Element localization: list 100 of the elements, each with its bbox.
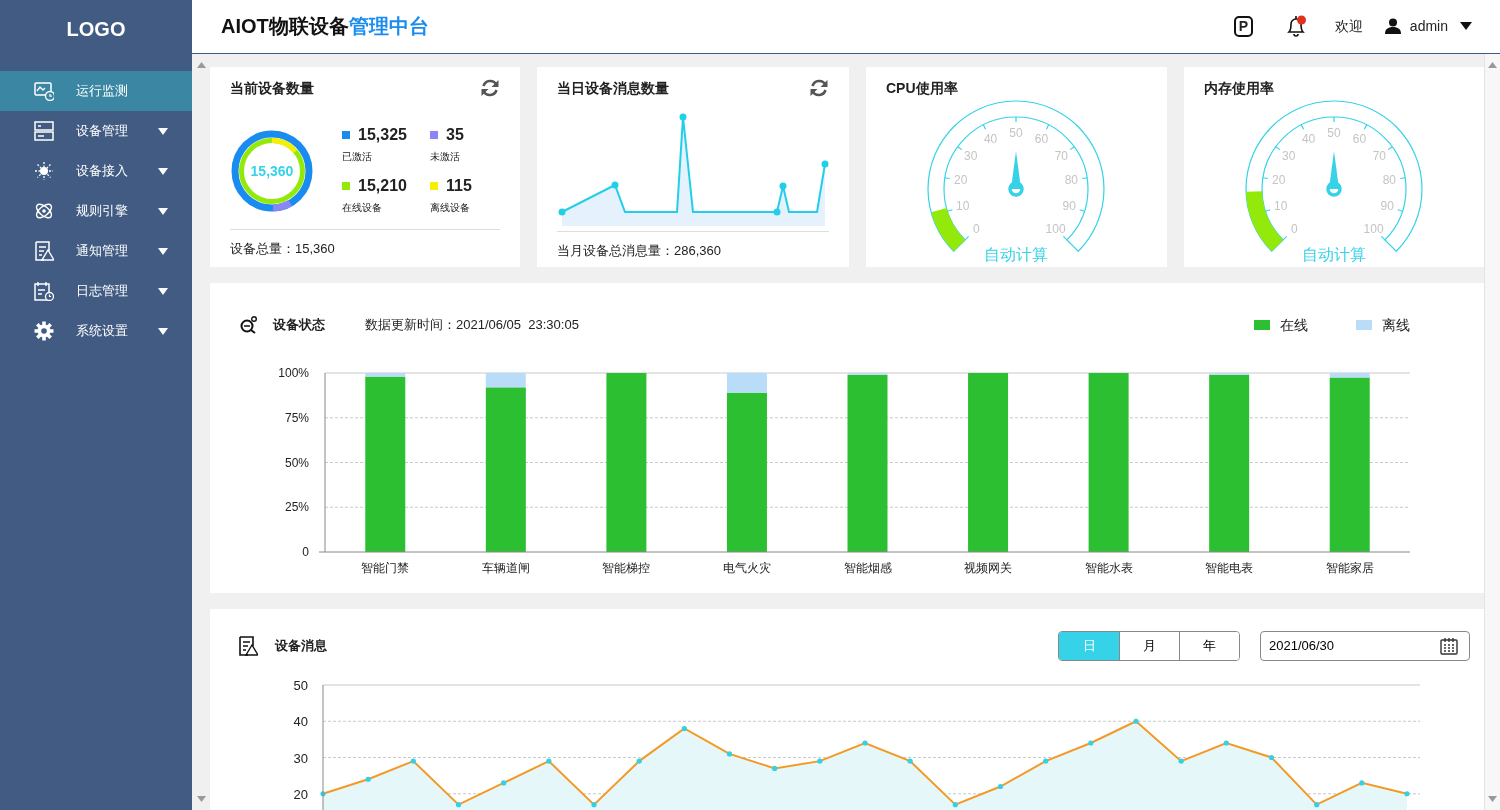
gauge-scale-label: 90 (1062, 198, 1077, 213)
legend-label: 离线 (1382, 315, 1410, 335)
gauge-scale-label: 20 (1271, 172, 1286, 187)
data-point (997, 783, 1004, 789)
app-title: AIOT物联设备管理中台 (221, 14, 429, 39)
refresh-icon[interactable] (809, 77, 829, 98)
data-point (1314, 801, 1320, 807)
logo: LOGO (65, 17, 127, 42)
gauge-scale-label: 50 (1009, 125, 1023, 140)
axis-tick-label: 75% (284, 410, 309, 425)
card-title: CPU使用率 (886, 78, 958, 98)
calendar-icon[interactable] (1440, 636, 1458, 655)
gauge-scale-label: 100 (1045, 221, 1066, 236)
legend-label: 在线 (1280, 315, 1308, 335)
card-title: 内存使用率 (1203, 78, 1274, 98)
data-point (636, 758, 642, 764)
data-point (611, 181, 619, 189)
document-warning-icon (34, 241, 54, 261)
category-label: 智能梯控 (602, 560, 651, 575)
data-point (952, 801, 958, 807)
data-point (681, 725, 687, 731)
welcome-text: 欢迎 (1334, 16, 1363, 36)
axis-tick-label: 0 (302, 544, 309, 559)
gauge-caption: 自动计算 (1301, 245, 1366, 263)
monitor-clock-icon (34, 81, 54, 101)
data-point (907, 758, 913, 764)
category-label: 智能水表 (1084, 560, 1133, 575)
stat-value: 15,325 (358, 126, 407, 143)
data-point (455, 801, 462, 807)
p-button[interactable]: P (1233, 15, 1253, 37)
gauge-scale-label: 70 (1372, 148, 1386, 163)
data-point (1223, 740, 1229, 746)
data-point (779, 182, 787, 190)
data-point (862, 740, 868, 746)
sidebar-item[interactable]: 规则引擎 (0, 191, 192, 231)
data-point (817, 758, 823, 764)
caret-icon (158, 167, 168, 175)
sidebar-item[interactable]: 通知管理 (0, 231, 192, 271)
axis-tick-label: 100% (278, 365, 309, 380)
scroll-down-icon[interactable] (196, 796, 206, 802)
stat-value: 15,210 (358, 177, 407, 194)
data-point (1043, 758, 1049, 764)
caret-icon (158, 127, 168, 135)
refresh-icon[interactable] (480, 77, 500, 98)
sidebar-item[interactable]: 设备接入 (0, 151, 192, 191)
category-label: 视频网关 (964, 560, 1013, 575)
stat-label: 离线设备 (430, 200, 471, 215)
server-icon (34, 121, 54, 141)
data-point (773, 208, 781, 216)
update-time-text: 数据更新时间：2021/06/05 23:30:05 (365, 316, 579, 335)
scroll-down-icon[interactable] (1488, 796, 1497, 802)
card-footer-text: 设备总量：15,360 (230, 229, 500, 259)
data-point (591, 801, 597, 807)
category-label: 车辆道闸 (481, 560, 530, 575)
atom-icon (34, 201, 54, 221)
data-point (772, 765, 778, 771)
user-menu[interactable]: admin (1384, 15, 1472, 37)
category-label: 智能电表 (1205, 560, 1254, 575)
sidebar-item[interactable]: 运行监测 (0, 71, 192, 111)
gauge-scale-label: 80 (1064, 172, 1079, 187)
section-title: 设备消息 (275, 636, 327, 655)
gauge-scale-label: 40 (984, 131, 998, 146)
sidebar-item[interactable]: 日志管理 (0, 271, 192, 311)
range-tab[interactable]: 年 (1179, 631, 1239, 660)
caret-icon (158, 207, 168, 215)
gauge-scale-label: 0 (1290, 221, 1298, 236)
gauge-scale-label: 30 (964, 148, 978, 163)
scroll-up-icon[interactable] (196, 61, 206, 68)
sidebar-item[interactable]: 系统设置 (0, 311, 192, 351)
category-label: 智能家居 (1325, 560, 1374, 575)
sidebar-item[interactable]: 设备管理 (0, 111, 192, 151)
date-field[interactable]: 2021/06/30 (1260, 630, 1470, 661)
axis-tick-label: 20 (293, 786, 308, 802)
card-title: 当日设备消息数量 (557, 78, 669, 98)
data-point (558, 208, 566, 216)
axis-tick-label: 25% (284, 499, 309, 514)
stat-label: 已激活 (342, 149, 373, 164)
stat-value: 115 (446, 177, 472, 194)
gauge-scale-label: 70 (1054, 148, 1069, 163)
data-point (320, 790, 326, 796)
category-label: 电气火灾 (722, 560, 771, 575)
gauge-scale-label: 30 (1281, 148, 1296, 163)
axis-tick-label: 50% (284, 455, 309, 470)
data-point (546, 758, 552, 764)
magnifier-icon (240, 316, 258, 335)
data-point (726, 750, 733, 757)
section-title: 设备状态 (273, 316, 325, 335)
scrollbar[interactable] (1484, 53, 1500, 810)
scroll-up-icon[interactable] (1488, 61, 1497, 68)
gear-icon (34, 321, 54, 341)
calendar-clock-icon (34, 281, 54, 301)
axis-tick-label: 30 (293, 750, 308, 766)
gauge-scale-label: 20 (954, 172, 968, 187)
data-point (1178, 758, 1184, 764)
data-point (365, 776, 371, 782)
donut-total: 15,360 (250, 161, 294, 181)
card-title: 当前设备数量 (230, 78, 314, 98)
caret-icon (158, 327, 168, 335)
data-point (1088, 740, 1094, 746)
data-point (1404, 790, 1410, 796)
